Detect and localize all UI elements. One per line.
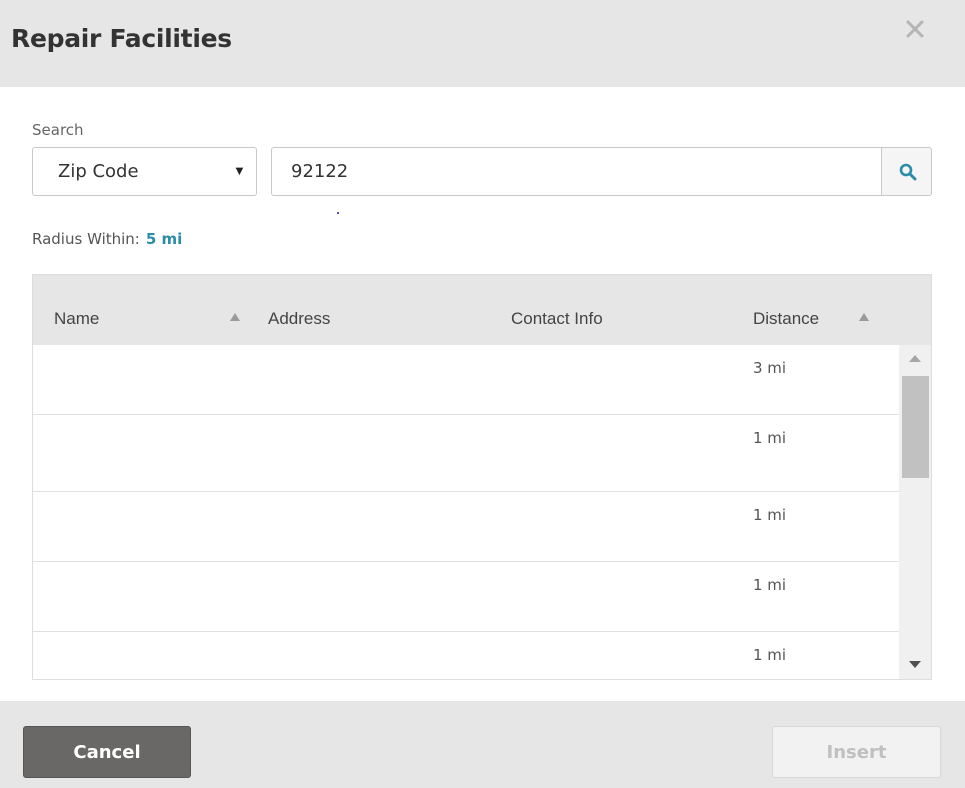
distance-cell: 1 mi — [753, 506, 787, 524]
table-body: 3 mi 1 mi 1 mi 1 mi 1 mi — [33, 345, 899, 679]
dialog-title: Repair Facilities — [11, 24, 232, 53]
distance-cell: 1 mi — [753, 429, 787, 447]
table-row[interactable]: 1 mi — [33, 415, 899, 492]
table-row[interactable]: 1 mi — [33, 562, 899, 632]
table-scrollbar[interactable] — [899, 345, 931, 679]
close-icon — [906, 20, 924, 38]
radius-label: Radius Within: — [32, 230, 140, 248]
scroll-down-icon[interactable] — [909, 661, 921, 668]
sort-asc-icon[interactable] — [859, 313, 869, 321]
radius-info: Radius Within: 5 mi — [32, 230, 182, 248]
table-header: Name Address Contact Info Distance — [33, 275, 931, 345]
cancel-button[interactable]: Cancel — [23, 726, 191, 778]
stray-dot — [337, 212, 339, 214]
sort-asc-icon[interactable] — [230, 313, 240, 321]
dialog-footer: Cancel Insert — [0, 701, 965, 788]
scroll-thumb[interactable] — [902, 376, 929, 478]
distance-cell: 1 mi — [753, 646, 787, 664]
search-type-select[interactable]: Zip Code ▼ — [32, 147, 257, 196]
search-label: Search — [32, 121, 84, 139]
column-header-contact-info: Contact Info — [511, 309, 603, 328]
insert-button[interactable]: Insert — [772, 726, 941, 778]
facilities-table: Name Address Contact Info Distance 3 mi … — [32, 274, 932, 680]
distance-cell: 3 mi — [753, 359, 787, 377]
table-row[interactable]: 1 mi — [33, 492, 899, 562]
table-row[interactable]: 3 mi — [33, 345, 899, 415]
scroll-up-icon[interactable] — [909, 355, 921, 362]
column-header-address: Address — [268, 309, 331, 328]
search-icon — [899, 163, 917, 181]
search-type-value: Zip Code — [58, 161, 139, 182]
column-header-distance[interactable]: Distance — [753, 309, 819, 329]
column-header-name[interactable]: Name — [54, 309, 99, 329]
zip-code-input[interactable] — [271, 147, 882, 196]
dialog-header: Repair Facilities — [0, 0, 965, 87]
distance-cell: 1 mi — [753, 576, 787, 594]
close-button[interactable] — [900, 14, 930, 44]
caret-down-icon: ▼ — [233, 163, 246, 178]
radius-value-link[interactable]: 5 mi — [146, 230, 182, 248]
table-row[interactable]: 1 mi — [33, 632, 899, 679]
search-button[interactable] — [881, 147, 932, 196]
